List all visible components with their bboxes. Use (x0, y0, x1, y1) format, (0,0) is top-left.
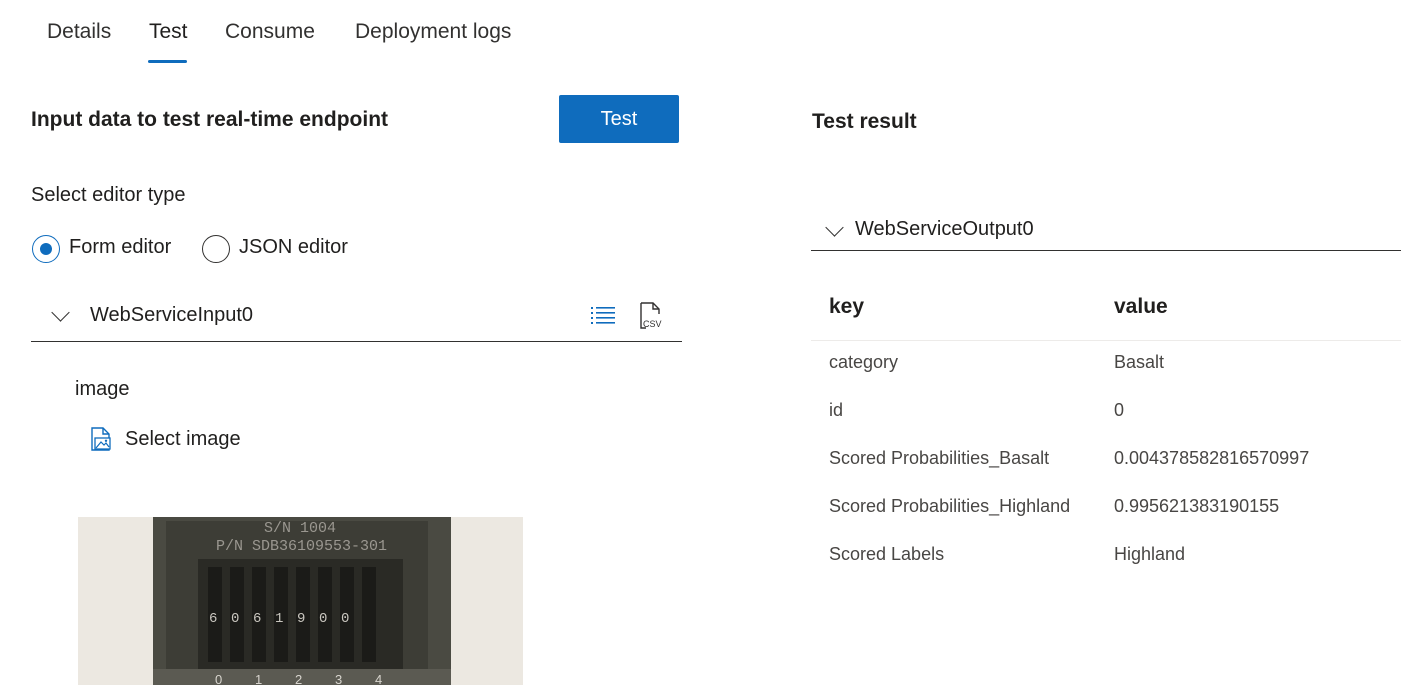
output-chevron-down-icon[interactable] (825, 218, 844, 237)
row-key: category (829, 352, 899, 372)
row-key: Scored Probabilities_Highland (829, 496, 1071, 516)
counter-digit: 1 (275, 611, 283, 627)
scale-digit: 2 (295, 672, 302, 685)
web-service-input-name: WebServiceInput0 (90, 304, 254, 326)
editor-type-label: Select editor type (31, 184, 186, 206)
chevron-down-icon[interactable] (51, 303, 70, 322)
column-header-key: key (829, 295, 865, 318)
select-image-button[interactable]: Select image (90, 427, 241, 452)
row-value: 0.004378582816570997 (1114, 448, 1310, 468)
counter-digit: 0 (231, 611, 239, 627)
row-value: 0 (1114, 400, 1125, 420)
form-editor-label[interactable]: Form editor (69, 236, 171, 259)
counter-digit: 0 (341, 611, 349, 627)
image-preview: S/N 1004 P/N SDB36109553-301 6 0 6 1 9 0… (78, 517, 523, 685)
column-header-value: value (1114, 295, 1168, 318)
test-result-title: Test result (812, 110, 917, 133)
web-service-output-divider (811, 250, 1401, 251)
preview-part-number: P/N SDB36109553-301 (216, 538, 387, 555)
form-editor-radio[interactable] (32, 235, 60, 263)
counter-digit: 6 (253, 611, 261, 627)
web-service-output-name: WebServiceOutput0 (855, 218, 1034, 240)
json-editor-label[interactable]: JSON editor (239, 236, 348, 259)
json-editor-radio[interactable] (202, 235, 230, 263)
row-value: Highland (1114, 544, 1186, 564)
table-header-divider (811, 340, 1401, 341)
row-key: id (829, 400, 844, 420)
tab-details[interactable]: Details (47, 20, 111, 44)
csv-file-icon[interactable]: CSV (638, 302, 664, 330)
image-field-label: image (75, 378, 130, 400)
counter-digit: 9 (297, 611, 305, 627)
input-panel-title: Input data to test real-time endpoint (31, 108, 389, 131)
counter-digit: 0 (319, 611, 327, 627)
row-key: Scored Labels (829, 544, 945, 564)
scale-digit: 0 (215, 672, 222, 685)
scale-digit: 4 (375, 672, 382, 685)
tab-active-underline (148, 60, 187, 63)
scale-digit: 1 (255, 672, 262, 685)
image-file-icon (90, 427, 114, 452)
tab-test[interactable]: Test (149, 20, 188, 44)
counter-digit: 6 (209, 611, 217, 627)
svg-text:CSV: CSV (643, 319, 662, 329)
preview-serial: S/N 1004 (264, 520, 336, 537)
web-service-input-divider (31, 341, 682, 342)
tab-deployment-logs[interactable]: Deployment logs (355, 20, 511, 44)
row-value: 0.995621383190155 (1114, 496, 1280, 516)
list-icon[interactable] (590, 304, 616, 326)
test-button[interactable]: Test (559, 95, 679, 143)
row-key: Scored Probabilities_Basalt (829, 448, 1050, 468)
row-value: Basalt (1114, 352, 1165, 372)
tab-consume[interactable]: Consume (225, 20, 315, 44)
scale-digit: 3 (335, 672, 342, 685)
select-image-label: Select image (125, 428, 241, 450)
